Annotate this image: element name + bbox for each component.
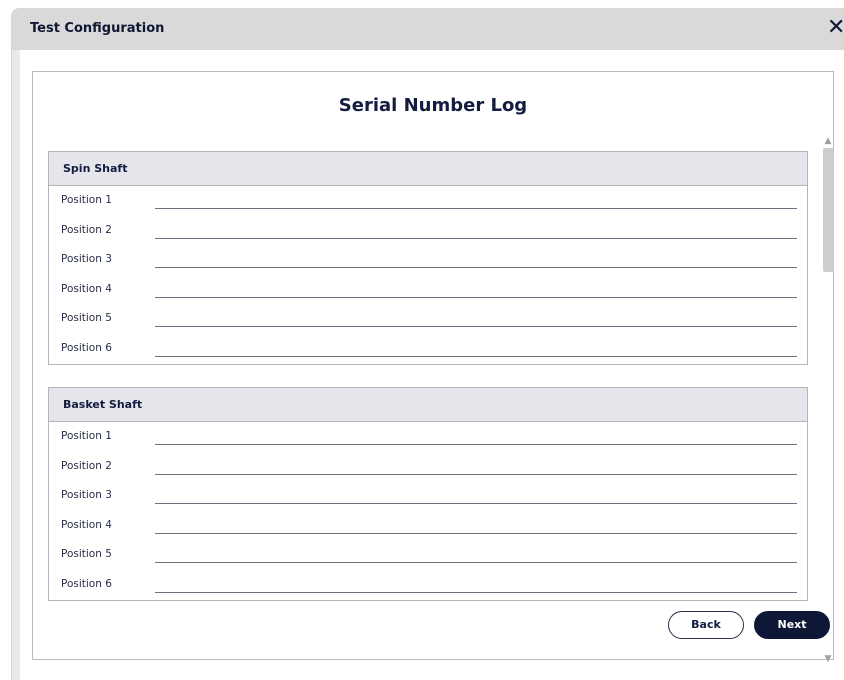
serial-input-position-1[interactable] <box>155 444 797 445</box>
dialog-titlebar: Test Configuration ✕ <box>12 8 844 50</box>
position-row: Position 6 <box>49 570 807 600</box>
serial-input-position-4[interactable] <box>155 296 797 298</box>
scroll-up-icon[interactable]: ▲ <box>819 134 837 148</box>
section-basket-shaft: Basket Shaft Position 1 Position 2 Posit… <box>48 387 808 601</box>
serial-input-position-4[interactable] <box>155 532 797 534</box>
position-label: Position 2 <box>61 223 112 236</box>
position-row: Position 2 <box>49 216 807 246</box>
position-row: Position 3 <box>49 245 807 275</box>
screen-top-margin <box>0 0 844 8</box>
position-row: Position 4 <box>49 275 807 305</box>
position-row: Position 3 <box>49 481 807 511</box>
position-label: Position 3 <box>61 489 112 502</box>
position-row: Position 5 <box>49 540 807 570</box>
position-label: Position 6 <box>61 577 112 590</box>
position-label: Position 6 <box>61 341 112 354</box>
position-row: Position 6 <box>49 334 807 364</box>
panel-title: Serial Number Log <box>338 95 528 116</box>
position-label: Position 5 <box>61 548 112 561</box>
test-configuration-dialog: Test Configuration ✕ Serial Number Log S… <box>12 8 844 680</box>
serial-input-position-3[interactable] <box>155 267 797 269</box>
next-button[interactable]: Next <box>754 611 830 639</box>
scroll-down-icon[interactable]: ▼ <box>819 652 837 666</box>
position-label: Position 5 <box>61 312 112 325</box>
dialog-left-border <box>12 50 20 680</box>
serial-input-position-3[interactable] <box>155 503 797 505</box>
position-row: Position 4 <box>49 511 807 541</box>
position-label: Position 3 <box>61 253 112 266</box>
serial-input-position-5[interactable] <box>155 562 797 564</box>
serial-input-position-6[interactable] <box>155 591 797 593</box>
position-label: Position 2 <box>61 459 112 472</box>
serial-number-log-panel: Serial Number Log Spin Shaft Position 1 … <box>32 71 834 664</box>
scrollbar-thumb[interactable] <box>823 148 834 272</box>
serial-input-position-2[interactable] <box>155 473 797 475</box>
position-label: Position 4 <box>61 518 112 531</box>
serial-input-position-1[interactable] <box>155 208 797 209</box>
position-row: Position 5 <box>49 304 807 334</box>
position-label: Position 1 <box>61 430 112 442</box>
position-label: Position 1 <box>61 194 112 206</box>
position-row: Position 2 <box>49 452 807 482</box>
position-label: Position 4 <box>61 282 112 295</box>
vertical-scrollbar[interactable]: ▲ ▼ <box>819 134 837 666</box>
serial-input-position-2[interactable] <box>155 237 797 239</box>
position-row: Position 1 <box>49 186 807 216</box>
dialog-title: Test Configuration <box>30 21 165 36</box>
section-header: Basket Shaft <box>49 388 807 422</box>
close-icon[interactable]: ✕ <box>827 16 844 40</box>
back-button[interactable]: Back <box>668 611 744 639</box>
section-spin-shaft: Spin Shaft Position 1 Position 2 Positio… <box>48 151 808 365</box>
position-row: Position 1 <box>49 422 807 452</box>
serial-input-position-5[interactable] <box>155 326 797 328</box>
section-header: Spin Shaft <box>49 152 807 186</box>
serial-input-position-6[interactable] <box>155 355 797 357</box>
